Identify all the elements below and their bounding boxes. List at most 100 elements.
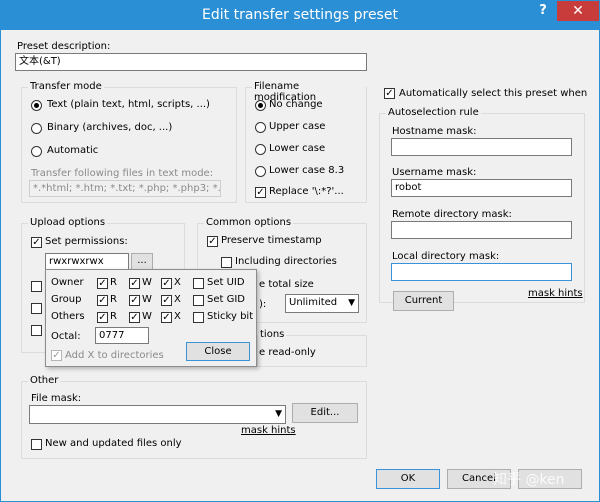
permissions-input[interactable]: rwxrwxrwx — [45, 253, 129, 270]
radio-automatic-label: Automatic — [47, 145, 99, 156]
perm-row-group: Group — [51, 294, 82, 305]
preset-description-label: Preset description: — [17, 41, 111, 52]
other-title: Other — [28, 375, 61, 386]
set-gid-checkbox[interactable] — [193, 295, 204, 306]
new-updated-only-label: New and updated files only — [45, 438, 182, 449]
title-bar: Edit transfer settings preset ? ✕ — [1, 1, 599, 30]
replace-chars-label: Replace '\:*?'... — [269, 186, 344, 197]
radio-binary-mode[interactable] — [31, 123, 42, 134]
watermark-text: 知乎 @ken — [493, 472, 565, 488]
text-files-label: Transfer following files in text mode: — [31, 168, 214, 179]
radio-lower-case[interactable] — [255, 144, 266, 155]
local-directory-mask-label: Local directory mask: — [392, 251, 500, 262]
common-options-title: Common options — [204, 217, 294, 228]
autoselection-rule-title: Autoselection rule — [386, 107, 481, 118]
radio-text-mode[interactable] — [31, 100, 42, 111]
add-x-directories-label: Add X to directories — [65, 350, 164, 361]
radio-lower-case-label: Lower case — [269, 143, 326, 154]
chevron-down-icon: ▼ — [348, 298, 355, 308]
perm-row-owner: Owner — [51, 277, 84, 288]
owner-w-checkbox[interactable] — [129, 278, 140, 289]
local-directory-mask-input[interactable] — [391, 263, 572, 281]
chevron-down-icon: ▼ — [275, 409, 282, 419]
current-button[interactable]: Current — [393, 291, 454, 311]
upload-options-title: Upload options — [28, 217, 108, 228]
others-r-label: R — [110, 311, 117, 322]
set-uid-checkbox[interactable] — [193, 278, 204, 289]
group-x-label: X — [174, 294, 181, 305]
preset-description-input[interactable]: 文本(&T) — [15, 53, 367, 71]
file-mask-label: File mask: — [31, 393, 82, 404]
hostname-mask-label: Hostname mask: — [392, 126, 477, 137]
speed-prefix-label: ): — [259, 299, 267, 310]
replace-chars-checkbox[interactable] — [255, 187, 266, 198]
close-window-button[interactable]: ✕ — [557, 1, 599, 21]
window-title: Edit transfer settings preset — [202, 7, 398, 23]
radio-lower-case-83[interactable] — [255, 166, 266, 177]
remote-directory-mask-input[interactable] — [391, 221, 572, 239]
speed-limit-select[interactable]: Unlimited ▼ — [285, 294, 359, 313]
ok-button[interactable]: OK — [376, 469, 440, 489]
set-permissions-label: Set permissions: — [45, 236, 128, 247]
owner-r-label: R — [110, 277, 117, 288]
group-w-label: W — [142, 294, 152, 305]
sticky-bit-checkbox[interactable] — [193, 312, 204, 323]
radio-upper-case[interactable] — [255, 122, 266, 133]
set-gid-label: Set GID — [207, 294, 245, 305]
username-mask-label: Username mask: — [392, 167, 477, 178]
auto-select-label: Automatically select this preset when — [399, 88, 588, 99]
upload-option-checkbox-3[interactable] — [31, 303, 42, 314]
add-x-directories-checkbox[interactable] — [51, 350, 62, 361]
others-x-label: X — [174, 311, 181, 322]
radio-text-label: Text (plain text, html, scripts, ...) — [47, 99, 210, 110]
others-w-checkbox[interactable] — [129, 312, 140, 323]
others-x-checkbox[interactable] — [161, 312, 172, 323]
hostname-mask-input[interactable] — [391, 138, 572, 156]
dialog-window: Edit transfer settings preset ? ✕ Preset… — [0, 0, 600, 502]
perm-row-others: Others — [51, 311, 85, 322]
autoselection-mask-hints-link[interactable]: mask hints — [528, 288, 583, 299]
octal-input[interactable]: 0777 — [95, 327, 149, 344]
others-w-label: W — [142, 311, 152, 322]
owner-x-label: X — [174, 277, 181, 288]
radio-binary-label: Binary (archives, doc, ...) — [47, 122, 173, 133]
username-mask-input[interactable]: robot — [391, 179, 572, 197]
edit-file-mask-button[interactable]: Edit... — [292, 403, 358, 423]
others-r-checkbox[interactable] — [97, 312, 108, 323]
group-w-checkbox[interactable] — [129, 295, 140, 306]
set-permissions-checkbox[interactable] — [31, 237, 42, 248]
file-mask-hints-link[interactable]: mask hints — [241, 425, 296, 436]
including-directories-label: Including directories — [235, 256, 337, 267]
other-options-title: tions — [258, 329, 287, 340]
owner-w-label: W — [142, 277, 152, 288]
radio-upper-case-label: Upper case — [269, 121, 326, 132]
radio-no-change[interactable] — [255, 100, 266, 111]
radio-automatic-mode[interactable] — [31, 146, 42, 157]
text-files-input[interactable]: *.*html; *.htm; *.txt; *.php; *.php3; *.… — [29, 180, 221, 197]
group-r-label: R — [110, 294, 117, 305]
group-x-checkbox[interactable] — [161, 295, 172, 306]
owner-x-checkbox[interactable] — [161, 278, 172, 289]
auto-select-checkbox[interactable] — [384, 88, 395, 99]
sticky-bit-label: Sticky bit — [207, 311, 254, 322]
file-mask-select[interactable]: ▼ — [29, 405, 286, 424]
transfer-mode-title: Transfer mode — [28, 81, 104, 92]
help-button[interactable]: ? — [531, 1, 555, 21]
upload-option-checkbox-4[interactable] — [31, 325, 42, 336]
set-uid-label: Set UID — [207, 277, 245, 288]
including-directories-checkbox[interactable] — [221, 257, 232, 268]
upload-option-checkbox-2[interactable] — [31, 281, 42, 292]
remote-directory-mask-label: Remote directory mask: — [392, 209, 512, 220]
permissions-close-button[interactable]: Close — [186, 342, 250, 361]
owner-r-checkbox[interactable] — [97, 278, 108, 289]
radio-lower-case-83-label: Lower case 8.3 — [269, 165, 345, 176]
radio-no-change-label: No change — [269, 99, 323, 110]
speed-limit-value: Unlimited — [289, 297, 338, 308]
preserve-timestamp-label: Preserve timestamp — [221, 235, 322, 246]
new-updated-only-checkbox[interactable] — [31, 439, 42, 450]
permissions-browse-button[interactable]: ... — [131, 253, 153, 270]
total-size-label: e total size — [259, 279, 314, 290]
preserve-timestamp-checkbox[interactable] — [207, 236, 218, 247]
octal-label: Octal: — [51, 331, 81, 342]
group-r-checkbox[interactable] — [97, 295, 108, 306]
